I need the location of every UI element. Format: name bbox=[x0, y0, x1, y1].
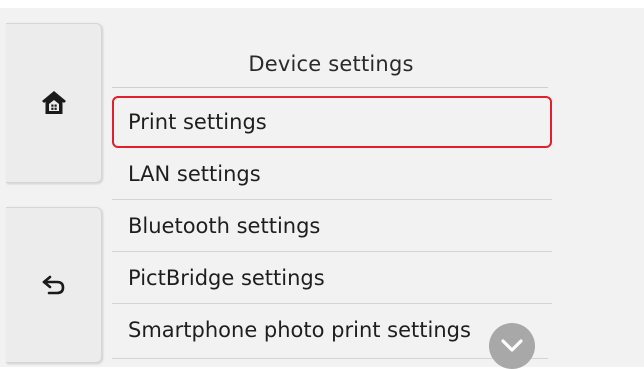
menu-item-pictbridge-settings[interactable]: PictBridge settings bbox=[112, 252, 552, 304]
device-screen: Device settings Print settings LAN setti… bbox=[0, 8, 644, 369]
menu-item-lan-settings[interactable]: LAN settings bbox=[112, 148, 552, 200]
menu-item-label: Bluetooth settings bbox=[128, 213, 321, 238]
back-arrow-icon bbox=[42, 275, 64, 295]
menu-item-bluetooth-settings[interactable]: Bluetooth settings bbox=[112, 200, 552, 252]
chevron-down-icon bbox=[501, 339, 523, 352]
back-button[interactable] bbox=[6, 207, 102, 363]
menu-item-label: Smartphone photo print settings bbox=[128, 318, 471, 342]
page-title: Device settings bbox=[248, 52, 414, 76]
title-divider bbox=[112, 87, 548, 88]
menu-item-print-settings[interactable]: Print settings bbox=[112, 96, 552, 148]
menu-item-label: PictBridge settings bbox=[128, 265, 325, 290]
menu-item-label: Print settings bbox=[128, 110, 267, 134]
settings-menu: Print settings LAN settings Bluetooth se… bbox=[112, 96, 552, 356]
scroll-down-button[interactable] bbox=[489, 323, 535, 369]
menu-item-smartphone-photo-print-settings[interactable]: Smartphone photo print settings bbox=[112, 304, 552, 356]
home-button[interactable] bbox=[6, 23, 102, 183]
list-bottom-divider bbox=[112, 358, 548, 359]
home-icon bbox=[41, 91, 66, 114]
menu-item-label: LAN settings bbox=[128, 161, 261, 186]
